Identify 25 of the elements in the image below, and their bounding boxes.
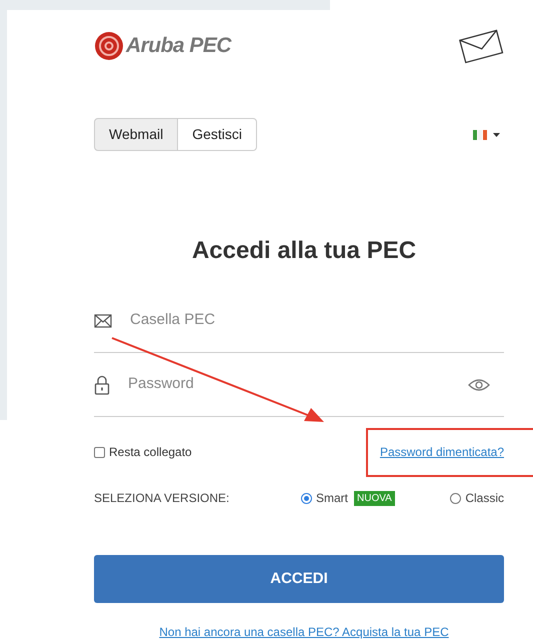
envelope-icon[interactable] [458, 28, 504, 64]
radio-label: Classic [465, 490, 504, 507]
logo-text: Aruba PEC [126, 33, 231, 60]
eye-icon[interactable] [468, 378, 490, 392]
new-badge: NUOVA [354, 490, 395, 506]
checkbox[interactable] [94, 446, 105, 458]
tab[interactable]: Gestisci [178, 118, 257, 151]
radio-label: Smart [316, 490, 348, 507]
flag-icon [473, 130, 487, 140]
version-label: SELEZIONA VERSIONE: [94, 490, 230, 507]
radio-button[interactable] [301, 492, 312, 504]
seal-icon [94, 31, 124, 61]
lock-icon [94, 374, 110, 394]
language-selector[interactable] [473, 130, 500, 140]
envelope-icon [94, 314, 112, 328]
caret-icon [493, 132, 500, 136]
radio-button[interactable] [450, 492, 462, 504]
page-title: Accedi alla tua PEC [190, 236, 418, 266]
input-field[interactable]: Casella PEC [130, 309, 504, 332]
input-field[interactable]: Password [128, 373, 450, 396]
forgot-password-link[interactable]: Password dimenticata? [380, 443, 504, 461]
tab[interactable]: Webmail [94, 118, 178, 151]
login-button[interactable]: ACCEDI [94, 555, 504, 603]
signup-link[interactable]: Non hai ancora una casella PEC? Acquista la tua PEC [94, 623, 504, 641]
remember-label: Resta collegato [109, 444, 192, 461]
